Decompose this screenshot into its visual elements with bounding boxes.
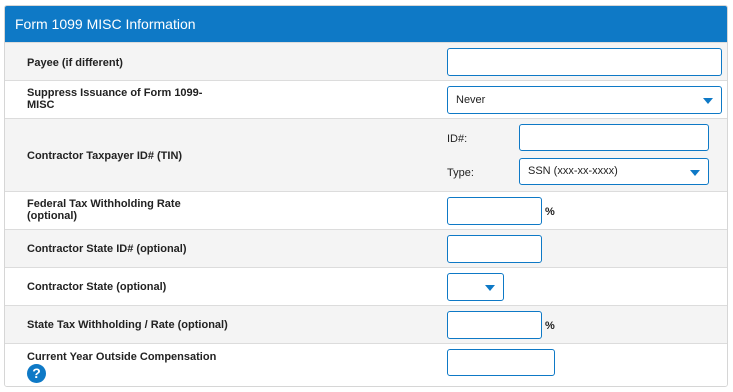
- tin-row: Contractor Taxpayer ID# (TIN) ID#: Type:…: [5, 118, 727, 191]
- state-id-label: Contractor State ID# (optional): [27, 243, 187, 255]
- tin-label: Contractor Taxpayer ID# (TIN): [27, 150, 183, 162]
- state-tax-row: State Tax Withholding / Rate (optional) …: [5, 305, 727, 343]
- state-select[interactable]: [447, 273, 504, 301]
- federal-withholding-input[interactable]: [447, 197, 542, 225]
- outside-comp-label: Current Year Outside Compensation: [27, 351, 217, 363]
- payee-row: Payee (if different): [5, 42, 727, 80]
- outside-comp-row: Current Year Outside Compensation ?: [5, 343, 727, 386]
- suppress-row: Suppress Issuance of Form 1099- MISC Nev…: [5, 80, 727, 118]
- state-id-input[interactable]: [447, 235, 542, 263]
- tin-type-value: SSN (xxx-xx-xxxx): [528, 165, 618, 177]
- help-circle-icon[interactable]: ?: [27, 364, 46, 383]
- suppress-select[interactable]: Never: [447, 86, 722, 114]
- state-label: Contractor State (optional): [27, 281, 167, 293]
- payee-label: Payee (if different): [27, 57, 123, 69]
- tin-type-select[interactable]: SSN (xxx-xx-xxxx): [519, 158, 709, 185]
- outside-comp-input[interactable]: [447, 349, 555, 376]
- tin-id-label: ID#:: [447, 133, 468, 145]
- chevron-down-icon: [690, 170, 700, 176]
- payee-input[interactable]: [447, 48, 722, 76]
- federal-withholding-row: Federal Tax Withholding Rate (optional) …: [5, 191, 727, 229]
- federal-withholding-label-line1: Federal Tax Withholding Rate: [27, 198, 181, 210]
- chevron-down-icon: [485, 285, 495, 291]
- tin-type-label: Type:: [447, 167, 474, 179]
- suppress-select-value: Never: [456, 94, 486, 106]
- suppress-label-line2: MISC: [27, 99, 55, 111]
- suppress-label: Suppress Issuance of Form 1099- MISC: [27, 87, 202, 111]
- state-id-row: Contractor State ID# (optional): [5, 229, 727, 267]
- state-tax-unit: %: [545, 320, 555, 332]
- tin-id-input[interactable]: [519, 124, 709, 151]
- chevron-down-icon: [703, 98, 713, 104]
- state-row: Contractor State (optional): [5, 267, 727, 305]
- state-tax-input[interactable]: [447, 311, 542, 339]
- federal-withholding-label-line2: (optional): [27, 210, 78, 222]
- panel-header: Form 1099 MISC Information: [5, 6, 727, 42]
- form-1099-misc-panel: Form 1099 MISC Information Payee (if dif…: [4, 5, 728, 387]
- federal-withholding-label: Federal Tax Withholding Rate (optional): [27, 198, 181, 222]
- state-tax-label: State Tax Withholding / Rate (optional): [27, 319, 228, 331]
- suppress-label-line1: Suppress Issuance of Form 1099-: [27, 87, 203, 99]
- federal-withholding-unit: %: [545, 206, 555, 218]
